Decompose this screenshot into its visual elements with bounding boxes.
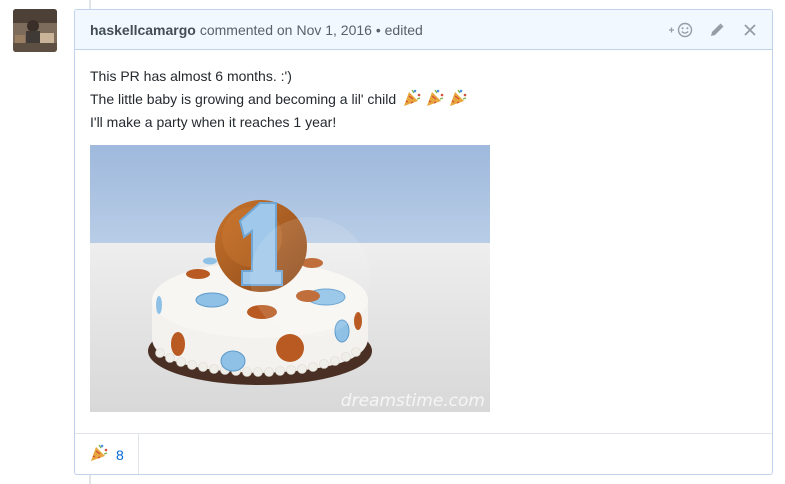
- edited-label[interactable]: edited: [385, 22, 423, 38]
- body-line-1: This PR has almost 6 months. :'): [90, 68, 292, 84]
- tada-icon: [89, 442, 109, 467]
- add-reaction-icon[interactable]: [668, 20, 694, 40]
- tada-icon: [402, 87, 470, 113]
- avatar[interactable]: [13, 9, 57, 52]
- reactions-bar: 8: [75, 433, 772, 474]
- reaction-tada-button[interactable]: 8: [75, 434, 139, 474]
- body-line-2-text: The little baby is growing and becoming …: [90, 90, 397, 107]
- comment-action-text: commented on: [199, 21, 293, 38]
- body-line-2: The little baby is growing and becoming …: [90, 87, 757, 113]
- comment-header: haskellcamargo commented on Nov 1, 2016 …: [75, 10, 772, 50]
- author-link[interactable]: haskellcamargo: [90, 22, 196, 38]
- comment-body: This PR has almost 6 months. :') The lit…: [75, 50, 772, 133]
- header-actions: [668, 10, 760, 49]
- cake-image[interactable]: dreamstime.com: [90, 145, 490, 412]
- close-icon[interactable]: [740, 20, 760, 40]
- body-line-3: I'll make a party when it reaches 1 year…: [90, 114, 337, 130]
- reaction-count: 8: [116, 446, 124, 463]
- comment-date[interactable]: Nov 1, 2016: [296, 22, 372, 38]
- comment-box: haskellcamargo commented on Nov 1, 2016 …: [74, 9, 773, 475]
- image-watermark: dreamstime.com: [341, 391, 485, 411]
- pencil-icon[interactable]: [707, 20, 727, 40]
- header-separator: •: [371, 21, 385, 38]
